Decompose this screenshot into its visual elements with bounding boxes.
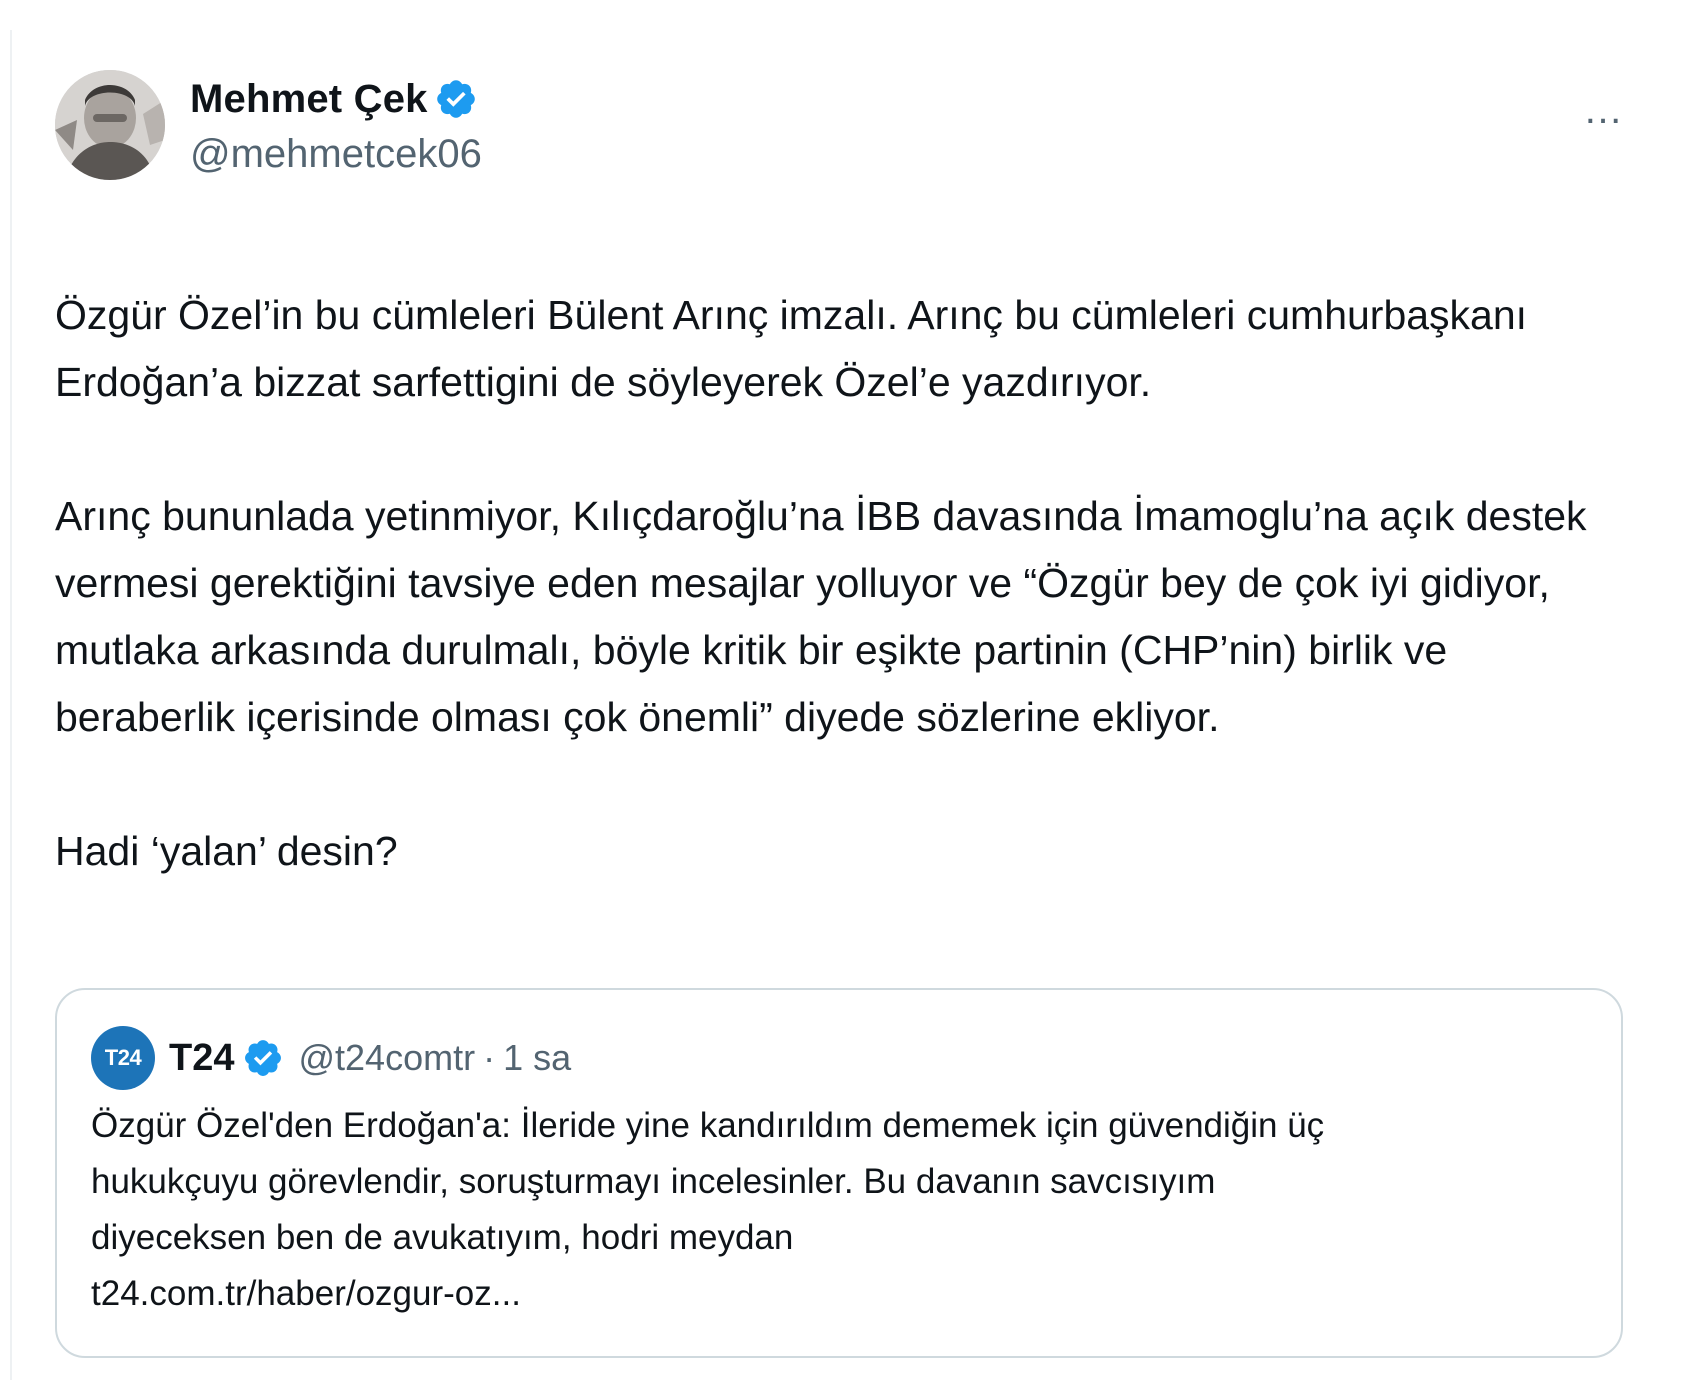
quoted-tweet[interactable]: T24 T24 @t24comtr · 1 sa Özgür Özel'den … [55, 988, 1623, 1358]
quoted-display-name[interactable]: T24 [169, 1037, 234, 1080]
avatar[interactable] [55, 70, 165, 180]
quoted-separator: · [483, 1037, 496, 1078]
tweet: Mehmet Çek @mehmetcek06 … Özgür Özel’in … [55, 70, 1635, 885]
verified-badge-icon [434, 77, 478, 121]
quoted-text-line: hukukçuyu görevlendir, soruşturmayı ince… [91, 1162, 1216, 1201]
quoted-avatar[interactable]: T24 [91, 1026, 155, 1090]
tweet-text: Özgür Özel’in bu cümleleri Bülent Arınç … [55, 282, 1635, 885]
quoted-text-line: diyeceksen ben de avukatıyım, hodri meyd… [91, 1218, 794, 1257]
quoted-text-line: Özgür Özel'den Erdoğan'a: İleride yine k… [91, 1106, 1325, 1145]
quoted-timestamp[interactable]: 1 sa [503, 1037, 571, 1079]
quoted-tweet-text: Özgür Özel'den Erdoğan'a: İleride yine k… [91, 1098, 1591, 1322]
verified-badge-icon [242, 1037, 284, 1079]
author-handle[interactable]: @mehmetcek06 [190, 132, 482, 177]
author-names: Mehmet Çek @mehmetcek06 [190, 74, 482, 177]
display-name-row: Mehmet Çek [190, 74, 482, 124]
author-display-name[interactable]: Mehmet Çek [190, 77, 428, 122]
quoted-link[interactable]: t24.com.tr/haber/ozgur-oz... [91, 1266, 1591, 1322]
tweet-paragraph: Hadi ‘yalan’ desin? [55, 828, 398, 874]
tweet-paragraph: Özgür Özel’in bu cümleleri Bülent Arınç … [55, 292, 1528, 405]
tweet-header: Mehmet Çek @mehmetcek06 … [55, 70, 1635, 182]
left-divider [10, 30, 12, 1380]
more-options-icon[interactable]: … [1583, 90, 1625, 130]
quoted-handle[interactable]: @t24comtr [298, 1037, 475, 1079]
quoted-tweet-header: T24 T24 @t24comtr · 1 sa [91, 1026, 571, 1090]
tweet-paragraph: Arınç bununlada yetinmiyor, Kılıçdaroğlu… [55, 493, 1587, 740]
